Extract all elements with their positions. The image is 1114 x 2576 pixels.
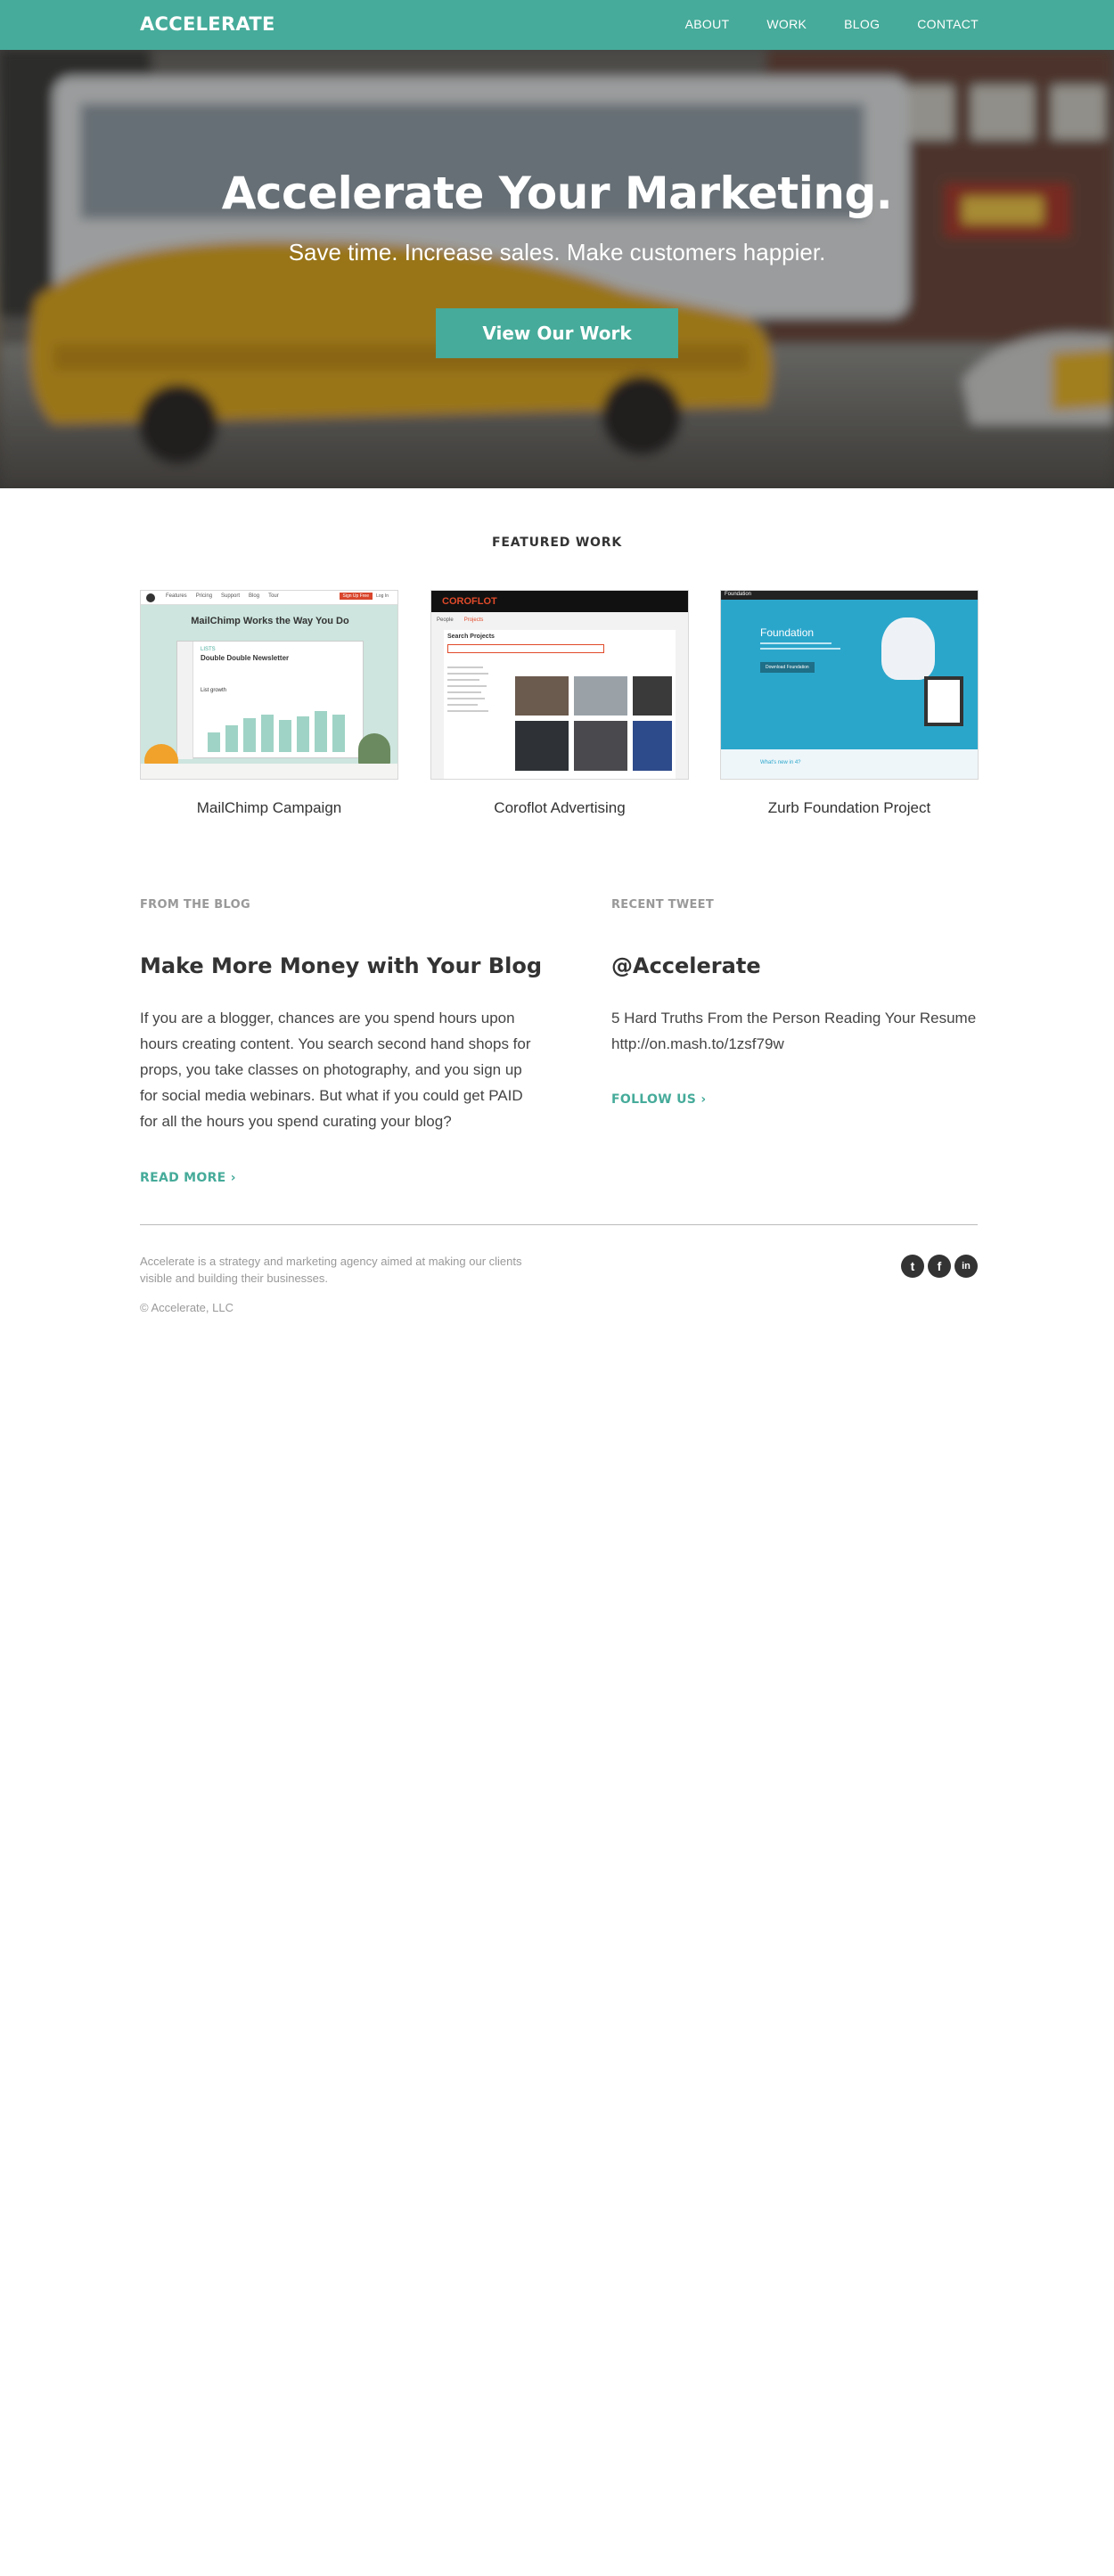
nav-links: ABOUT WORK BLOG CONTACT [685, 17, 979, 31]
coroflot-tab: Projects [463, 617, 484, 623]
mailchimp-thumb-sidebar [177, 642, 193, 759]
footer-about-text: Accelerate is a strategy and marketing a… [140, 1255, 522, 1285]
blog-section-label: FROM THE BLOG [140, 898, 250, 912]
mailchimp-thumb-growth: List growth [201, 688, 227, 693]
hero-overlay [0, 50, 1114, 488]
mailchimp-thumb-menu-item: Support [221, 593, 241, 599]
featured-work-heading: FEATURED WORK [491, 536, 622, 550]
mailchimp-thumb-menu: Features Pricing Support Blog Tour [166, 593, 279, 599]
coroflot-thumb-header: COROFLOT [431, 591, 688, 612]
follow-us-link[interactable]: FOLLOW US › [611, 1092, 706, 1107]
mailchimp-thumbnail[interactable]: Features Pricing Support Blog Tour Sign … [140, 590, 398, 780]
foundation-thumb-text-line [760, 642, 831, 644]
mailchimp-logo-icon [146, 593, 155, 602]
mailchimp-thumb-list-label: LISTS [201, 647, 216, 652]
mailchimp-thumb-nav: Features Pricing Support Blog Tour Sign … [141, 591, 397, 605]
site-logo[interactable]: ACCELERATE [140, 13, 275, 35]
featured-caption[interactable]: Coroflot Advertising [430, 799, 689, 817]
top-navigation: ACCELERATE ABOUT WORK BLOG CONTACT [0, 0, 1114, 50]
coroflot-project-image [633, 721, 672, 771]
featured-card-coroflot[interactable]: COROFLOT People Projects Search Projects [430, 590, 689, 817]
coroflot-project-image [574, 676, 627, 716]
read-more-link[interactable]: READ MORE › [140, 1171, 236, 1185]
mailchimp-thumb-login: Log In [376, 593, 389, 599]
mailchimp-thumb-menu-item: Pricing [195, 593, 213, 599]
coroflot-tab: People [437, 617, 454, 623]
hero-title: Accelerate Your Marketing. [221, 168, 893, 219]
tweet-section-label: RECENT TWEET [611, 898, 715, 912]
coroflot-thumb-panel: Search Projects [444, 630, 676, 779]
coroflot-thumb-search [447, 644, 604, 653]
hero-subtitle: Save time. Increase sales. Make customer… [288, 239, 826, 266]
foundation-thumb-topbar: Foundation [721, 591, 978, 600]
coroflot-project-image [515, 721, 569, 771]
coroflot-project-image [574, 721, 627, 771]
linkedin-icon[interactable]: in [954, 1255, 978, 1278]
nav-link-blog[interactable]: BLOG [844, 17, 880, 31]
plant-image [358, 733, 390, 765]
foundation-thumb-device [924, 676, 963, 726]
mailchimp-thumb-bar-chart [208, 711, 345, 752]
mailchimp-thumb-menu-item: Features [166, 593, 187, 599]
mailchimp-thumb-menu-item: Blog [249, 593, 260, 599]
footer-copyright: © Accelerate, LLC [140, 1301, 233, 1314]
nav-link-about[interactable]: ABOUT [685, 17, 730, 31]
coroflot-thumbnail[interactable]: COROFLOT People Projects Search Projects [430, 590, 689, 780]
tweet-text: 5 Hard Truths From the Person Reading Yo… [611, 1010, 977, 1052]
coroflot-thumb-tabs: People Projects [437, 617, 483, 623]
tweet-handle[interactable]: @Accelerate [611, 953, 761, 978]
mailchimp-thumb-newsletter: Double Double Newsletter [201, 654, 290, 662]
mailchimp-thumb-signup: Sign Up Free [339, 593, 373, 600]
foundation-thumb-text-line [760, 648, 840, 650]
foundation-thumb-button: Download Foundation [760, 662, 815, 673]
footer-divider [140, 1224, 978, 1225]
mailchimp-thumb-headline: MailChimp Works the Way You Do [191, 616, 349, 626]
coroflot-project-image [633, 676, 672, 716]
mailchimp-thumb-menu-item: Tour [268, 593, 279, 599]
nav-link-contact[interactable]: CONTACT [917, 17, 979, 31]
coroflot-thumb-heading: Search Projects [447, 634, 495, 640]
foundation-thumb-footer-text: What's new in 4? [760, 760, 801, 765]
foundation-thumb-brand: Foundation [725, 592, 752, 597]
yeti-mascot-image [881, 617, 935, 680]
featured-card-foundation[interactable]: Foundation Foundation Download Foundatio… [720, 590, 979, 817]
mailchimp-thumb-screen: LISTS Double Double Newsletter List grow… [176, 641, 364, 759]
foundation-thumb-title: Foundation [760, 626, 815, 639]
foundation-thumb-footer: What's new in 4? [721, 749, 978, 779]
featured-card-mailchimp[interactable]: Features Pricing Support Blog Tour Sign … [140, 590, 398, 817]
hero-banner: Accelerate Your Marketing. Save time. In… [0, 50, 1114, 488]
twitter-icon[interactable]: t [901, 1255, 924, 1278]
blog-heading[interactable]: Make More Money with Your Blog [140, 953, 542, 978]
social-links: t f in [901, 1255, 978, 1278]
facebook-icon[interactable]: f [928, 1255, 951, 1278]
view-our-work-button[interactable]: View Our Work [436, 308, 678, 358]
featured-caption[interactable]: MailChimp Campaign [140, 799, 398, 817]
coroflot-project-image [515, 676, 569, 716]
foundation-thumbnail[interactable]: Foundation Foundation Download Foundatio… [720, 590, 979, 780]
nav-link-work[interactable]: WORK [766, 17, 807, 31]
mailchimp-thumb-desk [141, 764, 397, 779]
featured-caption[interactable]: Zurb Foundation Project [720, 799, 979, 817]
coroflot-logo: COROFLOT [442, 596, 497, 607]
coroflot-thumb-filters [447, 662, 496, 769]
blog-excerpt: If you are a blogger, chances are you sp… [140, 1010, 531, 1130]
